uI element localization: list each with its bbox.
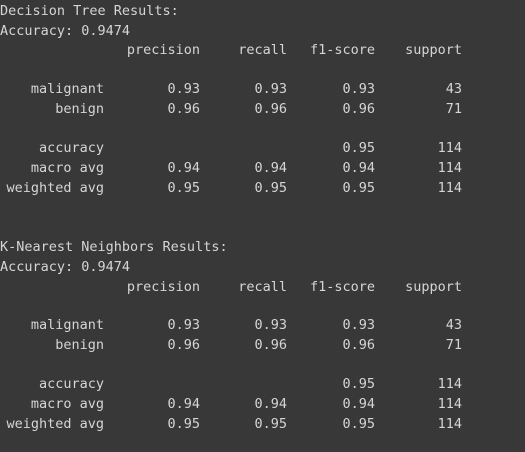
summary-recall: 0.95 (254, 180, 287, 196)
row-support: 71 (445, 337, 462, 353)
report-title: Decision Tree Results: (0, 3, 179, 19)
summary-label: weighted avg (6, 416, 104, 432)
summary-support: 114 (437, 160, 462, 176)
row-support: 43 (445, 317, 462, 333)
summary-f1: 0.94 (342, 160, 375, 176)
header-f1-score: f1-score (309, 42, 375, 58)
summary-recall: 0.94 (254, 160, 287, 176)
summary-f1: 0.95 (342, 376, 375, 392)
summary-precision: 0.94 (167, 160, 200, 176)
summary-support: 114 (437, 376, 462, 392)
row-f1: 0.96 (342, 337, 375, 353)
cell-output: Decision Tree Results: Accuracy: 0.9474 … (0, 0, 525, 452)
accuracy-line: Accuracy: 0.9474 (0, 23, 131, 39)
row-label: benign (55, 337, 104, 353)
summary-precision: 0.94 (167, 396, 200, 412)
accuracy-line: Accuracy: 0.9474 (0, 259, 131, 275)
row-recall: 0.93 (254, 81, 287, 97)
report-title: K-Nearest Neighbors Results: (0, 239, 228, 255)
summary-label: accuracy (38, 376, 104, 392)
header-support: support (405, 279, 462, 295)
row-support: 43 (445, 81, 462, 97)
summary-f1: 0.95 (342, 140, 375, 156)
summary-label: weighted avg (6, 180, 104, 196)
row-f1: 0.93 (342, 317, 375, 333)
header-f1-score: f1-score (309, 279, 375, 295)
header-recall: recall (238, 42, 287, 58)
summary-precision: 0.95 (167, 416, 200, 432)
row-label: benign (55, 101, 104, 117)
summary-label: macro avg (30, 396, 104, 412)
summary-precision: 0.95 (167, 180, 200, 196)
summary-recall: 0.95 (254, 416, 287, 432)
row-f1: 0.93 (342, 81, 375, 97)
summary-support: 114 (437, 140, 462, 156)
row-support: 71 (445, 101, 462, 117)
header-support: support (405, 42, 462, 58)
row-f1: 0.96 (342, 101, 375, 117)
row-precision: 0.96 (167, 337, 200, 353)
summary-support: 114 (437, 180, 462, 196)
row-label: malignant (30, 317, 104, 333)
summary-support: 114 (437, 416, 462, 432)
summary-label: macro avg (30, 160, 104, 176)
row-recall: 0.93 (254, 317, 287, 333)
row-recall: 0.96 (254, 101, 287, 117)
summary-recall: 0.94 (254, 396, 287, 412)
row-recall: 0.96 (254, 337, 287, 353)
row-precision: 0.93 (167, 81, 200, 97)
header-precision: precision (126, 279, 200, 295)
row-precision: 0.96 (167, 101, 200, 117)
row-label: malignant (30, 81, 104, 97)
row-precision: 0.93 (167, 317, 200, 333)
summary-label: accuracy (38, 140, 104, 156)
summary-f1: 0.94 (342, 396, 375, 412)
header-precision: precision (126, 42, 200, 58)
summary-f1: 0.95 (342, 180, 375, 196)
summary-f1: 0.95 (342, 416, 375, 432)
summary-support: 114 (437, 396, 462, 412)
header-recall: recall (238, 279, 287, 295)
